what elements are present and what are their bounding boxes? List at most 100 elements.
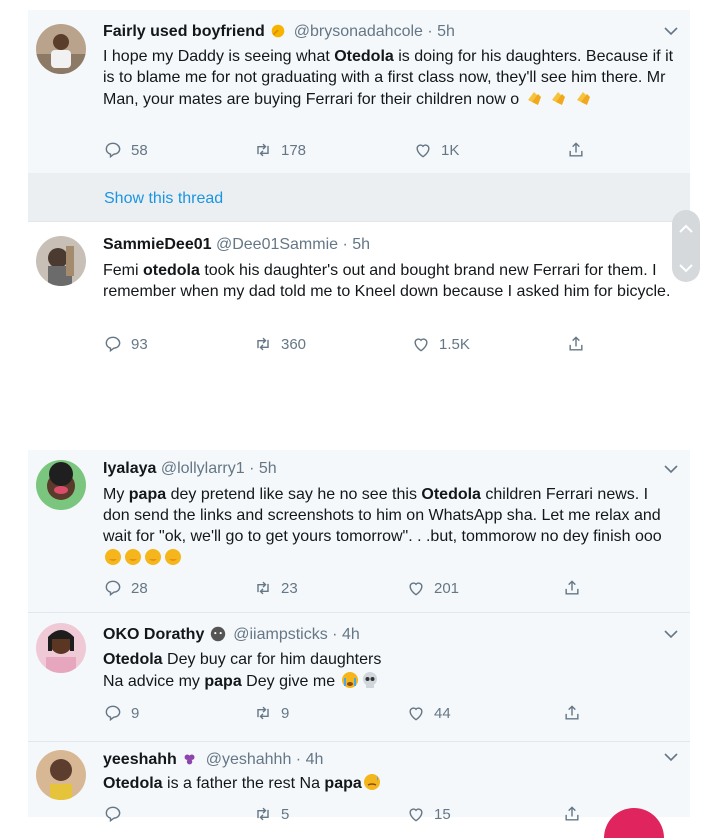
clap-emoji [524, 88, 544, 108]
reply-button[interactable]: 9 [103, 703, 139, 723]
handle-time[interactable]: @iiampsticks · 4h [233, 626, 360, 643]
avatar[interactable] [36, 750, 86, 800]
chevron-down-icon[interactable] [672, 251, 700, 287]
share-icon [565, 705, 579, 720]
like-icon [409, 707, 423, 721]
chevron-down-icon[interactable] [664, 629, 678, 639]
face-emoji [209, 625, 229, 645]
share-button[interactable] [566, 334, 586, 354]
display-name[interactable]: OKO Dorathy [103, 626, 204, 643]
sweat-smile-emoji [123, 547, 143, 567]
show-thread-link[interactable]: Show this thread [104, 190, 223, 208]
reply-button[interactable]: 28 [103, 578, 148, 598]
tweet-text: Otedola is a father the rest Na papa [103, 772, 678, 794]
share-button[interactable] [562, 703, 582, 723]
retweet-count: 178 [281, 141, 307, 159]
reply-button[interactable] [103, 804, 131, 824]
reply-icon [105, 580, 121, 597]
like-button[interactable]: 1.5K [411, 334, 470, 354]
retweet-count: 9 [281, 704, 290, 722]
skull-emoji [360, 670, 380, 690]
like-icon [414, 338, 428, 352]
tweet-header: OKO Dorathy @iiampsticks · 4h [103, 625, 670, 645]
sparkle-emoji [269, 22, 289, 42]
clap-emoji [548, 88, 568, 108]
share-button[interactable] [566, 140, 586, 160]
display-name[interactable]: Iyalaya [103, 460, 156, 477]
tweet-text-content: Femi otedola took his daughter's out and… [103, 262, 671, 300]
retweet-button[interactable]: 23 [253, 578, 298, 598]
tweet-actions: 5 15 [103, 804, 670, 826]
retweet-button[interactable]: 178 [253, 140, 306, 160]
avatar[interactable] [36, 460, 86, 510]
like-button[interactable]: 15 [406, 804, 451, 824]
retweet-count: 360 [281, 335, 307, 353]
avatar[interactable] [36, 24, 86, 74]
retweet-icon [257, 581, 269, 595]
retweet-button[interactable]: 360 [253, 334, 306, 354]
tweet-header: Fairly used boyfriend @brysonadahcole · … [103, 22, 670, 42]
share-icon [569, 336, 583, 351]
share-icon [569, 142, 583, 157]
tweet-1[interactable]: Fairly used boyfriend @brysonadahcole · … [28, 10, 690, 173]
tweet-2[interactable]: SammieDee01 @Dee01Sammie · 5h Femi otedo… [28, 222, 690, 450]
tweet-4[interactable]: OKO Dorathy @iiampsticks · 4h Otedola De… [28, 613, 690, 742]
share-button[interactable] [562, 578, 582, 598]
reply-button[interactable]: 58 [103, 140, 148, 160]
reply-icon [105, 705, 121, 722]
like-count: 15 [434, 805, 451, 823]
avatar[interactable] [36, 236, 86, 286]
display-name[interactable]: Fairly used boyfriend [103, 23, 265, 40]
sweat-smile-emoji [103, 547, 123, 567]
retweet-button[interactable]: 9 [253, 703, 289, 723]
share-icon [565, 806, 579, 821]
tweet-3[interactable]: Iyalaya @lollylarry1 · 5h My papa dey pr… [28, 450, 690, 613]
like-icon [416, 144, 430, 158]
reply-icon [105, 336, 121, 353]
like-count: 201 [434, 579, 460, 597]
handle-time[interactable]: @lollylarry1 · 5h [161, 460, 277, 477]
avatar[interactable] [36, 623, 86, 673]
retweet-icon [257, 807, 269, 821]
clap-emoji [573, 88, 593, 108]
tweet-text: I hope my Daddy is seeing what Otedola i… [103, 46, 678, 110]
chevron-down-icon[interactable] [664, 752, 678, 762]
display-name[interactable]: SammieDee01 [103, 236, 212, 253]
reply-count: 93 [131, 335, 148, 353]
tweet-text: Femi otedola took his daughter's out and… [103, 260, 678, 302]
tweet-header: Iyalaya @lollylarry1 · 5h [103, 460, 670, 478]
share-icon [565, 580, 579, 595]
reply-button[interactable]: 93 [103, 334, 148, 354]
like-icon [409, 582, 423, 596]
like-count: 44 [434, 704, 451, 722]
handle-time[interactable]: @yeshahhh · 4h [206, 751, 324, 768]
tweet-5[interactable]: yeeshahh @yeshahhh · 4h Otedola is a fat… [28, 742, 690, 823]
reply-icon [105, 806, 121, 823]
retweet-count: 5 [281, 805, 290, 823]
tweet-actions: 93 360 1.5K [103, 334, 670, 356]
crying-emoji [340, 670, 360, 690]
tweet-header: yeeshahh @yeshahhh · 4h [103, 750, 670, 770]
retweet-button[interactable]: 5 [253, 804, 289, 824]
retweet-icon [257, 337, 269, 351]
tweet-actions: 9 9 44 [103, 703, 670, 725]
retweet-count: 23 [281, 579, 298, 597]
like-icon [409, 808, 423, 822]
like-button[interactable]: 201 [406, 578, 459, 598]
like-button[interactable]: 44 [406, 703, 451, 723]
chevron-down-icon[interactable] [664, 26, 678, 36]
tweet-text-content: My papa dey pretend like say he no see t… [103, 486, 662, 545]
share-button[interactable] [562, 804, 582, 824]
scroll-control[interactable] [672, 210, 700, 282]
grape-emoji [181, 750, 201, 770]
tweet-actions: 58 178 1K [103, 140, 670, 162]
sweat-smile-emoji [163, 547, 183, 567]
like-button[interactable]: 1K [413, 140, 459, 160]
handle-time[interactable]: @brysonadahcole · 5h [294, 23, 455, 40]
display-name[interactable]: yeeshahh [103, 751, 177, 768]
chevron-down-icon[interactable] [664, 464, 678, 474]
chevron-up-icon[interactable] [672, 210, 700, 246]
sweat-smile-emoji [143, 547, 163, 567]
sweat-emoji [362, 772, 382, 792]
handle-time[interactable]: @Dee01Sammie · 5h [216, 236, 370, 253]
